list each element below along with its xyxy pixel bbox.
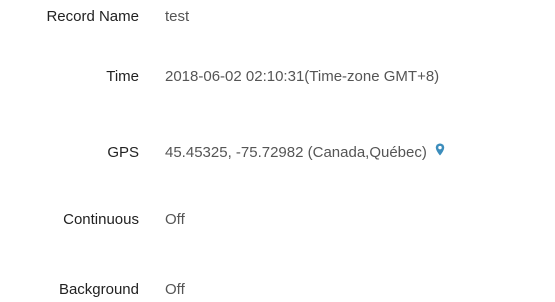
record-name-value: test xyxy=(165,8,190,25)
background-label: Background xyxy=(58,281,139,298)
gps-value-wrap: 45.45325, -75.72982 (Canada,Québec) xyxy=(165,141,445,165)
record-details-panel: Record Name test Time 2018-06-02 02:10:3… xyxy=(0,0,555,301)
map-pin-icon[interactable] xyxy=(435,140,445,164)
background-value: Off xyxy=(165,281,185,298)
gps-row: GPS 45.45325, -75.72982 (Canada,Québec) xyxy=(0,141,555,165)
time-value: 2018-06-02 02:10:31(Time-zone GMT+8) xyxy=(165,68,440,85)
background-row: Background Off xyxy=(0,278,555,302)
gps-value: 45.45325, -75.72982 (Canada,Québec) xyxy=(165,144,427,161)
continuous-value: Off xyxy=(165,211,185,228)
continuous-row: Continuous Off xyxy=(0,208,555,232)
record-name-label: Record Name xyxy=(46,8,139,25)
time-label: Time xyxy=(106,68,139,85)
time-row: Time 2018-06-02 02:10:31(Time-zone GMT+8… xyxy=(0,65,555,89)
record-name-row: Record Name test xyxy=(0,5,555,29)
continuous-label: Continuous xyxy=(63,211,139,228)
gps-label: GPS xyxy=(107,144,139,161)
